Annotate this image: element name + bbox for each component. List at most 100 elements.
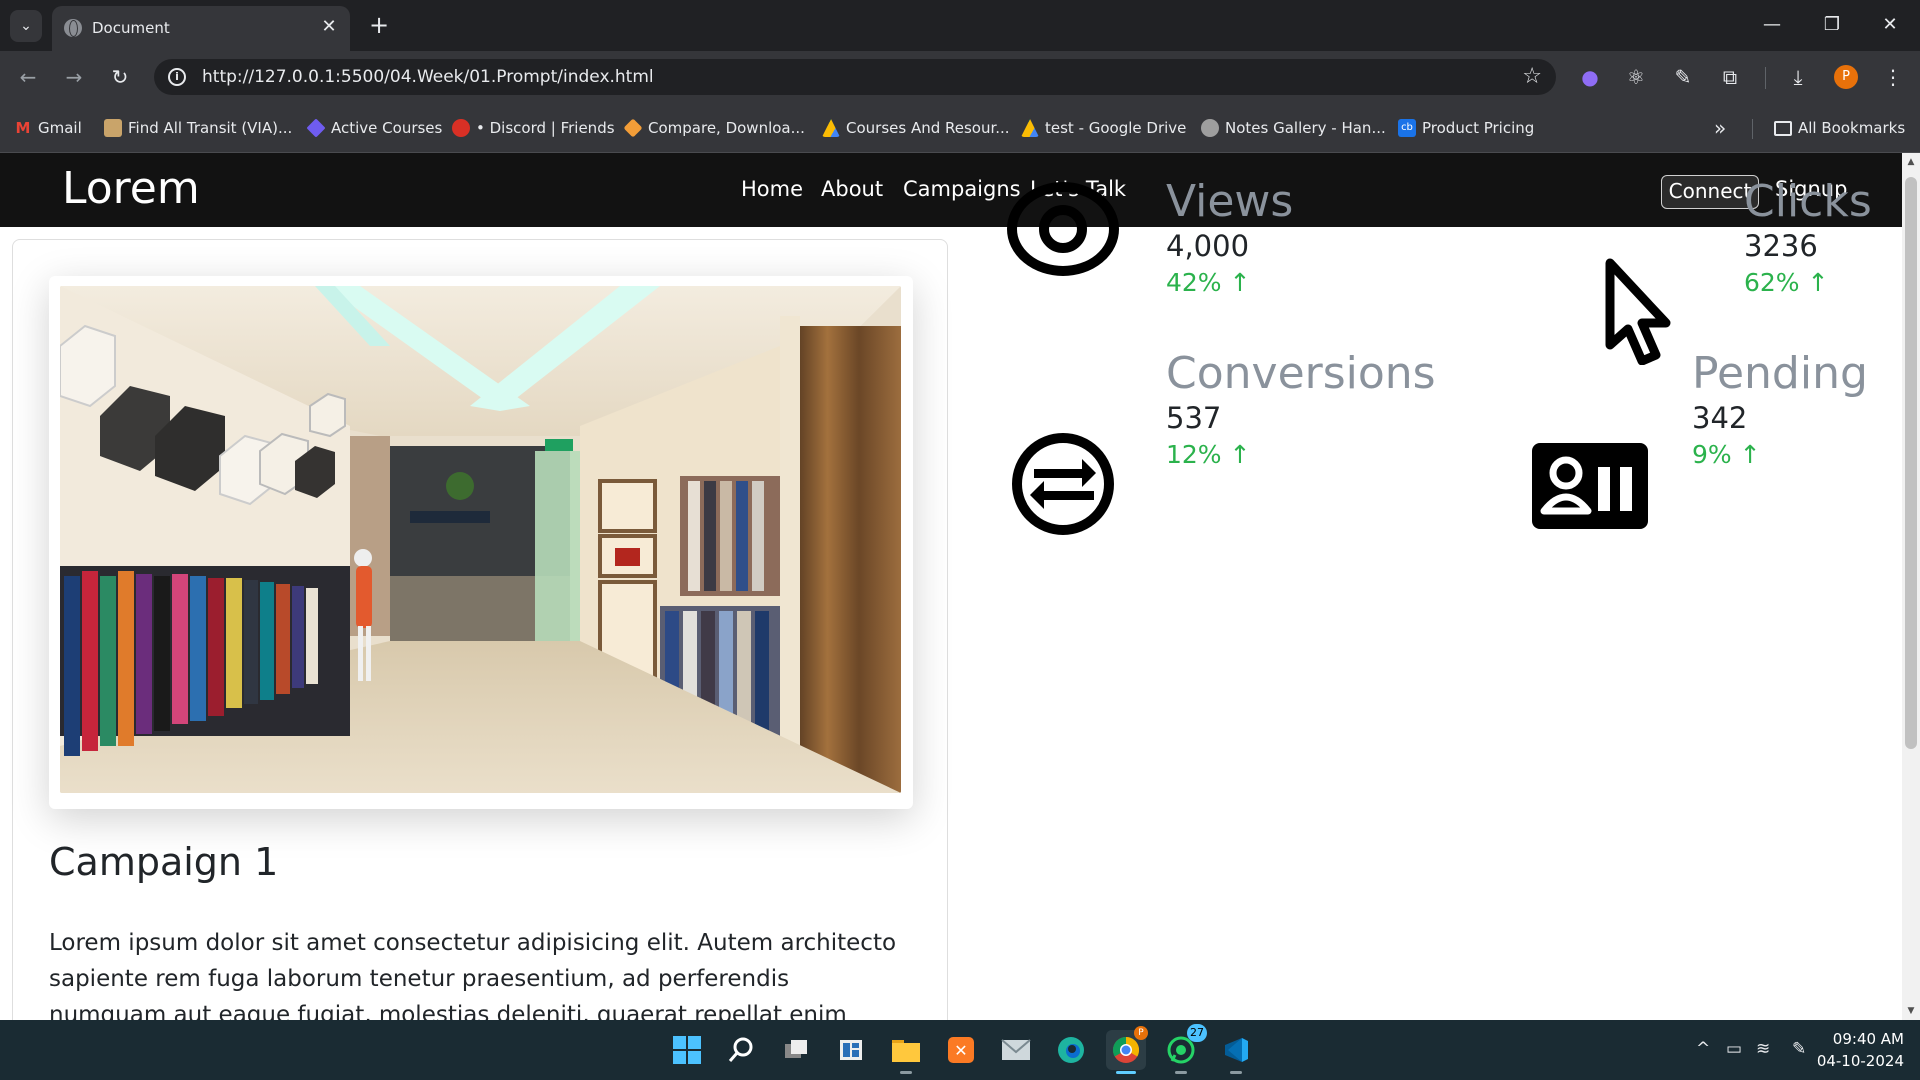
browser-toolbar: ← → ↻ i http://127.0.0.1:5500/04.Week/01…	[0, 51, 1920, 102]
clicks-label: Clicks	[1744, 176, 1872, 227]
campaign-description: Lorem ipsum dolor sit amet consectetur a…	[49, 930, 897, 1020]
views-stat: Views 4,000 42% ↑	[1166, 177, 1293, 301]
bookmark-product-pricing[interactable]: cb Product Pricing	[1398, 117, 1534, 139]
views-label: Views	[1166, 176, 1294, 227]
clock-time: 09:40 AM	[1832, 1030, 1904, 1048]
bookmark-star-icon[interactable]: ☆	[1522, 64, 1542, 89]
tab-close-icon[interactable]: ✕	[318, 16, 340, 38]
notes-gallery-icon	[1201, 119, 1219, 137]
clicks-change: 62% ↑	[1744, 265, 1872, 301]
file-explorer-icon[interactable]	[886, 1030, 926, 1074]
tab-search-chevron-icon[interactable]: ⌄	[10, 10, 42, 42]
all-bookmarks-label: All Bookmarks	[1798, 119, 1906, 137]
address-bar[interactable]: i http://127.0.0.1:5500/04.Week/01.Promp…	[154, 59, 1556, 95]
pending-change-percent: 9%	[1692, 440, 1732, 469]
transit-icon	[104, 119, 122, 137]
bookmark-courses-drive[interactable]: Courses And Resour...	[822, 117, 1010, 139]
browser-tab[interactable]: Document ✕	[52, 6, 350, 51]
forward-button[interactable]: →	[58, 61, 90, 93]
widgets-icon[interactable]	[831, 1030, 871, 1070]
download-icon[interactable]: ⤓	[1784, 63, 1812, 91]
views-change: 42% ↑	[1166, 265, 1293, 301]
bookmark-transit[interactable]: Find All Transit (VIA)...	[104, 117, 292, 139]
close-window-button[interactable]: ✕	[1870, 8, 1910, 42]
all-bookmarks-button[interactable]: All Bookmarks	[1774, 117, 1905, 139]
edge-icon[interactable]	[1051, 1030, 1091, 1070]
bookmark-compare[interactable]: Compare, Downloa...	[623, 117, 805, 139]
pending-value: 342	[1692, 401, 1748, 435]
bookmarks-bar: M Gmail Find All Transit (VIA)... Active…	[0, 102, 1920, 153]
nav-home[interactable]: Home	[741, 177, 803, 201]
new-tab-button[interactable]: +	[364, 10, 394, 40]
back-button[interactable]: ←	[12, 61, 44, 93]
bookmark-discord[interactable]: • Discord | Friends	[452, 117, 615, 139]
conversions-label: Conversions	[1166, 348, 1436, 399]
wifi-icon[interactable]: ≋	[1756, 1039, 1770, 1059]
task-view-icon[interactable]	[776, 1030, 816, 1070]
bookmark-test-drive[interactable]: test - Google Drive	[1021, 117, 1186, 139]
reload-button[interactable]: ↻	[104, 61, 136, 93]
url-text: http://127.0.0.1:5500/04.Week/01.Prompt/…	[202, 67, 654, 87]
bookmark-label: Courses And Resour...	[846, 119, 1010, 137]
menu-kebab-icon[interactable]: ⋮	[1879, 63, 1907, 91]
gmail-icon: M	[15, 119, 31, 137]
discord-icon	[452, 119, 470, 137]
tab-title: Document	[92, 19, 170, 37]
compare-icon	[623, 118, 643, 138]
nav-about[interactable]: About	[821, 177, 883, 201]
battery-icon[interactable]: ▭	[1726, 1039, 1742, 1059]
nav-campaigns[interactable]: Campaigns	[903, 177, 1021, 201]
bookmark-active-courses[interactable]: Active Courses	[306, 117, 442, 139]
arrow-up-icon: ↑	[1731, 440, 1761, 469]
vscode-icon[interactable]	[1216, 1030, 1256, 1074]
restore-button[interactable]: ❐	[1812, 8, 1852, 42]
clicks-value: 3236	[1744, 229, 1818, 263]
arrow-up-icon: ↑	[1799, 268, 1829, 297]
eye-icon	[1006, 181, 1126, 281]
campaign-image-frame	[49, 276, 913, 809]
conversions-change-percent: 12%	[1166, 440, 1222, 469]
extensions-puzzle-icon[interactable]: ⧉	[1716, 63, 1744, 91]
bookmarks-overflow-button[interactable]: »	[1714, 116, 1726, 140]
svg-text:✕: ✕	[954, 1041, 967, 1060]
chrome-icon[interactable]: P	[1106, 1026, 1148, 1074]
clicks-stat: Clicks 3236 62% ↑	[1744, 177, 1872, 301]
start-button[interactable]	[667, 1030, 707, 1070]
bookmark-label: Compare, Downloa...	[648, 119, 805, 137]
scroll-up-arrow-icon[interactable]: ▲	[1902, 153, 1920, 171]
bookmark-notes-gallery[interactable]: Notes Gallery - Han...	[1201, 117, 1386, 139]
xampp-icon[interactable]: ✕	[941, 1030, 981, 1070]
scroll-down-arrow-icon[interactable]: ▼	[1902, 1002, 1920, 1020]
brand-logo[interactable]: Lorem	[62, 163, 200, 214]
search-icon[interactable]	[721, 1030, 761, 1070]
app-running-indicator	[1175, 1071, 1187, 1074]
badge-icon	[1532, 443, 1648, 533]
app-running-indicator	[1230, 1071, 1242, 1074]
minimize-button[interactable]: —	[1752, 8, 1792, 42]
whatsapp-notification-badge: 27	[1187, 1024, 1207, 1042]
pending-label: Pending	[1692, 348, 1868, 399]
app-active-indicator	[1116, 1071, 1136, 1074]
eyedropper-icon[interactable]: ✎	[1669, 63, 1697, 91]
tray-chevron-up-icon[interactable]: ^	[1696, 1039, 1710, 1059]
profile-avatar[interactable]: P	[1834, 65, 1858, 89]
pen-icon[interactable]: ✎	[1792, 1039, 1806, 1059]
page-scrollbar[interactable]: ▲ ▼	[1902, 153, 1920, 1020]
whatsapp-icon[interactable]: 27	[1161, 1024, 1207, 1074]
extension-drop-icon[interactable]: ●	[1576, 63, 1604, 91]
exchange-icon	[1010, 431, 1116, 541]
conversions-change: 12% ↑	[1166, 437, 1436, 473]
views-value: 4,000	[1166, 229, 1250, 263]
windows-taskbar: ✕ P 27 ^ ▭ ≋ ✎ 09:40 AM 04-10-2024	[0, 1020, 1920, 1080]
system-clock[interactable]: 09:40 AM 04-10-2024	[1817, 1028, 1904, 1072]
clock-date: 04-10-2024	[1816, 1052, 1904, 1070]
arrow-up-icon: ↑	[1221, 268, 1251, 297]
scrollbar-thumb[interactable]	[1905, 177, 1917, 749]
bookmark-label: test - Google Drive	[1045, 119, 1187, 137]
conversions-value: 537	[1166, 401, 1222, 435]
mail-icon[interactable]	[996, 1030, 1036, 1070]
bookmark-gmail[interactable]: M Gmail	[14, 117, 82, 139]
react-devtools-icon[interactable]: ⚛	[1622, 63, 1650, 91]
site-info-icon[interactable]: i	[168, 68, 186, 86]
bookmark-label: Notes Gallery - Han...	[1225, 119, 1386, 137]
